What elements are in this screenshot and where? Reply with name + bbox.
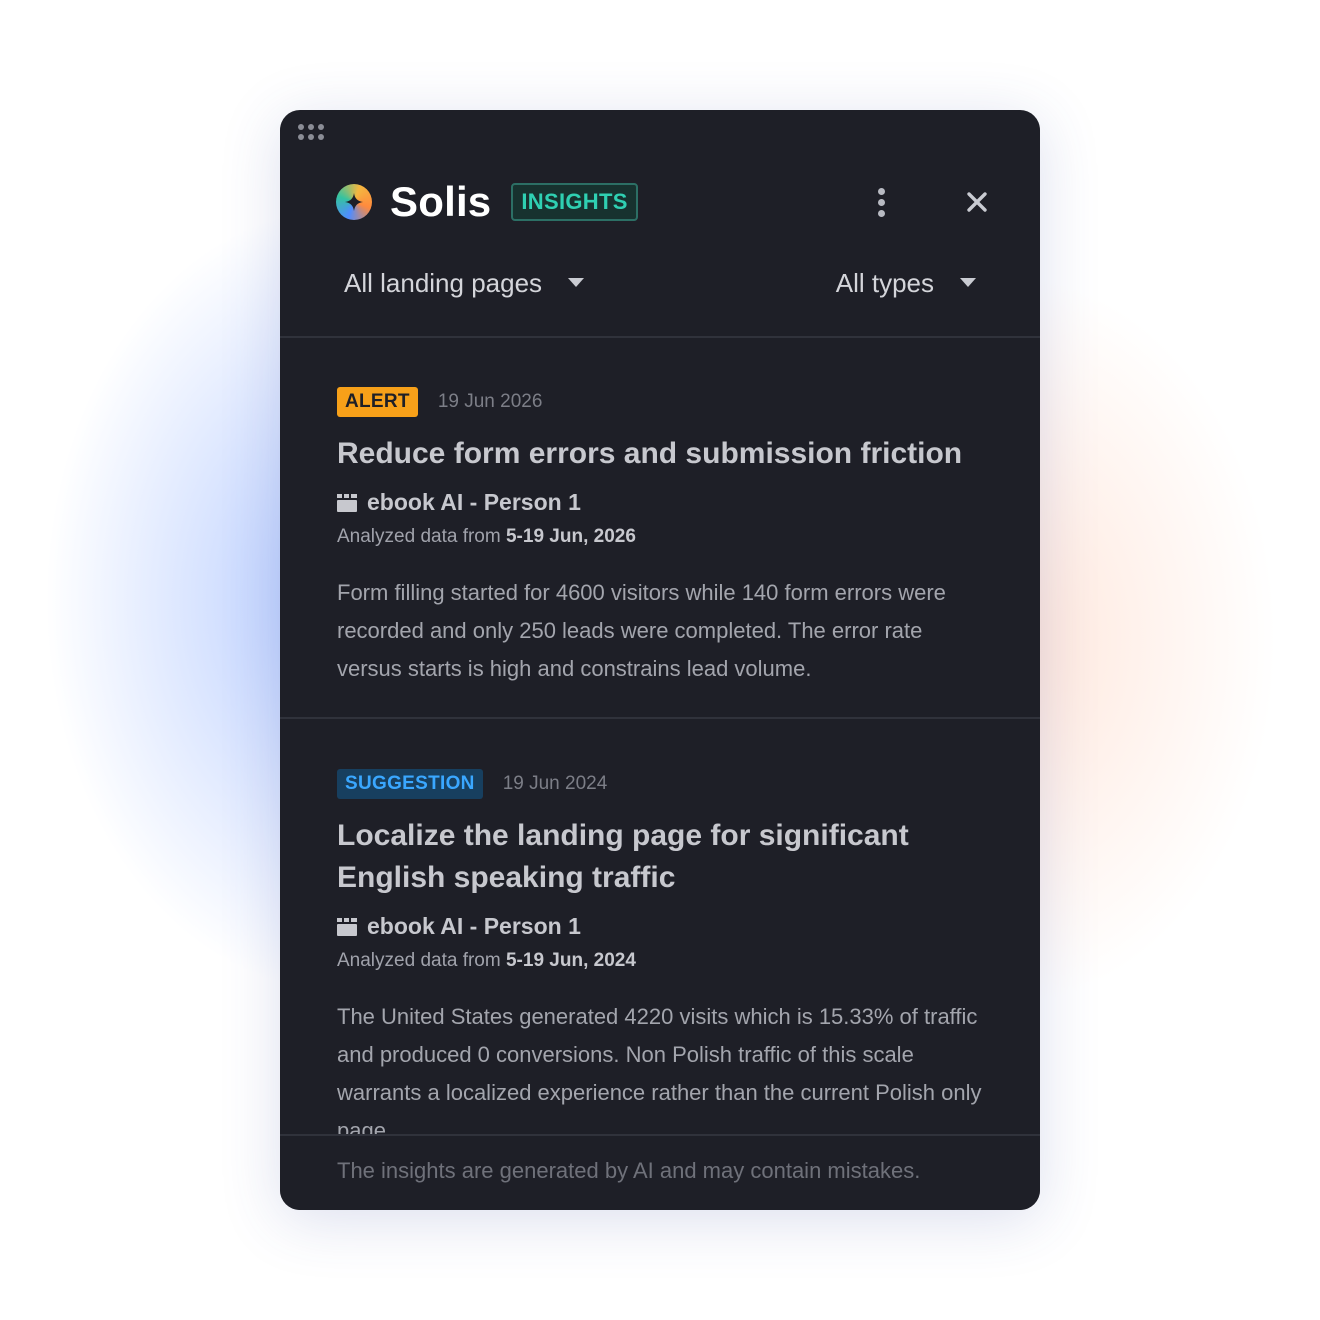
divider bbox=[280, 336, 1040, 338]
types-dropdown-label: All types bbox=[835, 267, 934, 298]
chevron-down-icon bbox=[960, 278, 976, 287]
panel-header: Solis INSIGHTS bbox=[336, 178, 987, 225]
background: Solis INSIGHTS All landing pages All typ… bbox=[0, 0, 1320, 1320]
insight-body: The United States generated 4220 visits … bbox=[337, 1004, 982, 1143]
insights-badge: INSIGHTS bbox=[511, 183, 638, 221]
landing-pages-dropdown[interactable]: All landing pages bbox=[344, 267, 585, 299]
ai-disclaimer: The insights are generated by AI and may… bbox=[337, 1158, 921, 1183]
insight-date: 19 Jun 2024 bbox=[502, 773, 608, 794]
landing-pages-dropdown-label: All landing pages bbox=[344, 267, 543, 298]
insight-card[interactable]: SUGGESTION 19 Jun 2024 Localize the land… bbox=[337, 769, 984, 1150]
insight-title: Reduce form errors and submission fricti… bbox=[337, 437, 963, 470]
filter-bar: All landing pages All types bbox=[344, 260, 976, 306]
insight-source: ebook AI - Person 1 bbox=[337, 913, 984, 940]
analyzed-range: Analyzed data from 5-19 Jun, 2024 bbox=[337, 950, 984, 972]
suggestion-tag: SUGGESTION bbox=[337, 769, 483, 799]
drag-handle-icon[interactable] bbox=[298, 124, 328, 142]
more-vertical-icon[interactable] bbox=[866, 180, 896, 224]
insight-date: 19 Jun 2026 bbox=[437, 391, 543, 412]
insight-body: Form filling started for 4600 visitors w… bbox=[337, 580, 946, 681]
insight-title: Localize the landing page for significan… bbox=[337, 819, 909, 894]
insight-card[interactable]: ALERT 19 Jun 2026 Reduce form errors and… bbox=[337, 387, 984, 688]
alert-tag: ALERT bbox=[337, 387, 418, 417]
analyzed-dates: 5-19 Jun, 2024 bbox=[505, 950, 636, 971]
insight-source-label: ebook AI - Person 1 bbox=[367, 489, 581, 515]
solis-logo-icon bbox=[336, 184, 372, 220]
panel-footer: The insights are generated by AI and may… bbox=[280, 1134, 1040, 1210]
divider bbox=[280, 717, 1040, 719]
insight-meta: SUGGESTION 19 Jun 2024 bbox=[337, 769, 984, 799]
types-dropdown[interactable]: All types bbox=[836, 268, 976, 299]
landing-page-icon bbox=[337, 917, 357, 936]
analyzed-prefix: Analyzed data from bbox=[337, 950, 501, 971]
insights-panel: Solis INSIGHTS All landing pages All typ… bbox=[280, 110, 1040, 1210]
analyzed-range: Analyzed data from 5-19 Jun, 2026 bbox=[337, 526, 984, 548]
analyzed-prefix: Analyzed data from bbox=[337, 526, 501, 547]
insight-meta: ALERT 19 Jun 2026 bbox=[337, 387, 984, 417]
analyzed-dates: 5-19 Jun, 2026 bbox=[505, 526, 636, 547]
close-icon[interactable] bbox=[962, 180, 992, 224]
chevron-down-icon bbox=[568, 278, 585, 287]
insight-source-label: ebook AI - Person 1 bbox=[367, 913, 581, 939]
landing-page-icon bbox=[337, 493, 357, 512]
brand-name: Solis bbox=[390, 178, 492, 225]
insight-source: ebook AI - Person 1 bbox=[337, 489, 984, 516]
